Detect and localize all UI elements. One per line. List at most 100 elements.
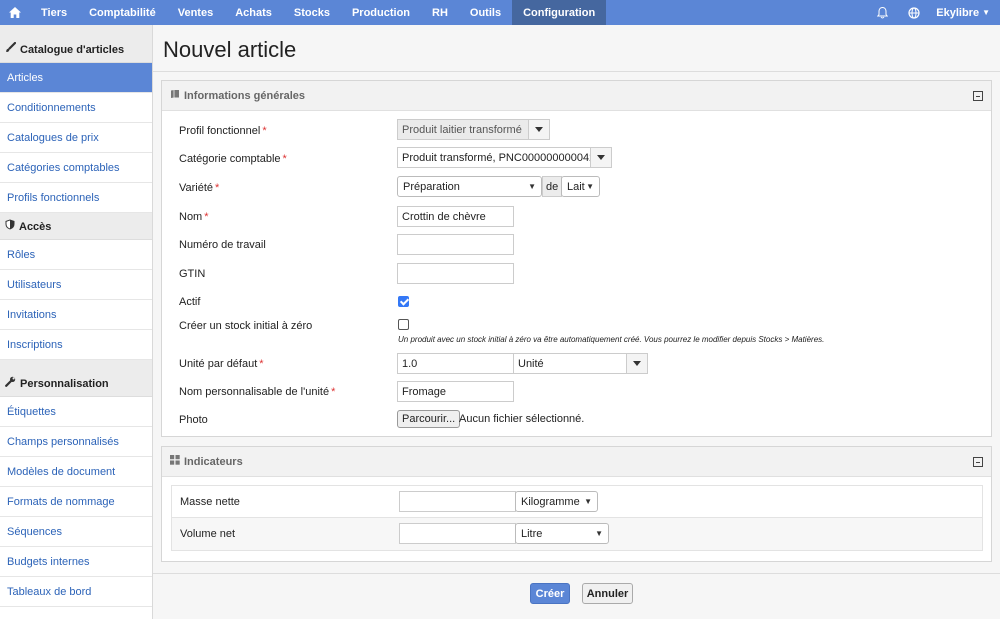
indicator-row: Masse nette Kilogramme ▼ xyxy=(172,486,982,518)
nav-ventes[interactable]: Ventes xyxy=(167,0,224,25)
globe-icon[interactable] xyxy=(898,6,930,19)
sidebar-item-champs-personnalises[interactable]: Champs personnalisés xyxy=(0,427,152,457)
nav-configuration[interactable]: Configuration xyxy=(512,0,607,25)
sidebar-item-profils-fonctionnels[interactable]: Profils fonctionnels xyxy=(0,183,152,213)
gtin-input[interactable] xyxy=(397,263,514,284)
actif-checkbox[interactable] xyxy=(398,296,409,307)
browse-button[interactable]: Parcourir... xyxy=(397,410,461,428)
sidebar-section-title: Catalogue d'articles xyxy=(20,44,125,56)
profil-value: Produit laitier transformé xyxy=(402,123,522,136)
nom-unite-input[interactable]: Fromage xyxy=(397,381,514,402)
chevron-down-icon: ▼ xyxy=(982,8,990,17)
gtin-label: GTIN xyxy=(179,268,206,280)
chevron-down-icon: ▼ xyxy=(595,529,603,538)
chevron-down-icon: ▼ xyxy=(584,497,592,506)
sidebar-section-catalogue: Catalogue d'articles xyxy=(0,25,152,63)
sidebar-item-budgets-internes[interactable]: Budgets internes xyxy=(0,547,152,577)
sidebar-item-conditionnements[interactable]: Conditionnements xyxy=(0,93,152,123)
book-icon xyxy=(170,89,180,102)
nom-input[interactable]: Crottin de chèvre xyxy=(397,206,514,227)
sidebar-item-modeles-de-document[interactable]: Modèles de document xyxy=(0,457,152,487)
numero-label: Numéro de travail xyxy=(179,239,266,251)
unit-value: Kilogramme xyxy=(521,495,580,508)
chevron-down-icon: ▼ xyxy=(528,182,536,191)
chevron-down-icon: ▼ xyxy=(586,182,594,191)
variete-label: Variété * xyxy=(179,182,220,194)
nav-comptabilite[interactable]: Comptabilité xyxy=(78,0,167,25)
user-menu[interactable]: Ekylibre ▼ xyxy=(930,7,1000,19)
dropdown-toggle[interactable] xyxy=(528,119,550,140)
variete-de-select[interactable]: Lait ▼ xyxy=(561,176,600,197)
collapse-icon[interactable] xyxy=(973,90,983,101)
home-icon[interactable] xyxy=(0,0,30,25)
title-divider xyxy=(153,71,1000,72)
page-title: Nouvel article xyxy=(163,37,297,62)
masse-nette-unit-select[interactable]: Kilogramme ▼ xyxy=(515,491,598,512)
main-content: Nouvel article Informations générales Pr… xyxy=(153,25,1000,619)
sidebar-item-roles[interactable]: Rôles xyxy=(0,240,152,270)
nav-stocks[interactable]: Stocks xyxy=(283,0,341,25)
stock-checkbox[interactable] xyxy=(398,319,409,330)
wrench-icon xyxy=(5,376,16,390)
indicators-table: Masse nette Kilogramme ▼ Volume net Litr… xyxy=(171,485,983,551)
nav-achats[interactable]: Achats xyxy=(224,0,283,25)
actif-label: Actif xyxy=(179,296,201,308)
dropdown-toggle[interactable] xyxy=(590,147,612,168)
nav-production[interactable]: Production xyxy=(341,0,421,25)
masse-nette-input[interactable] xyxy=(399,491,516,512)
dropdown-toggle[interactable] xyxy=(626,353,648,374)
nav-outils[interactable]: Outils xyxy=(459,0,512,25)
create-button[interactable]: Créer xyxy=(530,583,570,604)
sidebar-item-tableaux-de-bord[interactable]: Tableaux de bord xyxy=(0,577,152,607)
sidebar-section-acces: Accès xyxy=(0,213,152,240)
nom-label: Nom * xyxy=(179,211,209,223)
user-name: Ekylibre xyxy=(936,6,980,19)
unite-value: Unité xyxy=(518,357,544,370)
volume-net-input[interactable] xyxy=(399,523,516,544)
profil-label: Profil fonctionnel * xyxy=(179,125,267,137)
cancel-button[interactable]: Annuler xyxy=(582,583,633,604)
nav-rh[interactable]: RH xyxy=(421,0,459,25)
paintbrush-icon xyxy=(5,41,17,56)
sidebar-item-utilisateurs[interactable]: Utilisateurs xyxy=(0,270,152,300)
unite-label: Unité par défaut * xyxy=(179,358,264,370)
sidebar-item-invitations[interactable]: Invitations xyxy=(0,300,152,330)
top-navbar: Tiers Comptabilité Ventes Achats Stocks … xyxy=(0,0,1000,25)
sidebar-item-etiquettes[interactable]: Étiquettes xyxy=(0,397,152,427)
unite-quantity-input[interactable]: 1.0 xyxy=(397,353,514,374)
sidebar-item-catalogues-de-prix[interactable]: Catalogues de prix xyxy=(0,123,152,153)
unit-value: Litre xyxy=(521,527,543,540)
shield-icon xyxy=(5,219,15,233)
categorie-value: Produit transformé, PNC000000000042 xyxy=(402,151,596,164)
sidebar: Catalogue d'articles Articles Conditionn… xyxy=(0,25,153,619)
indicators-panel: Indicateurs Masse nette Kilogramme ▼ Vol… xyxy=(161,446,992,562)
sidebar-item-articles[interactable]: Articles xyxy=(0,63,152,93)
variete-select[interactable]: Préparation ▼ xyxy=(397,176,542,197)
nav-tiers[interactable]: Tiers xyxy=(30,0,78,25)
categorie-label: Catégorie comptable * xyxy=(179,153,287,165)
form-actions: Créer Annuler xyxy=(153,573,1000,619)
bell-icon[interactable] xyxy=(866,6,898,19)
panel-title: Indicateurs xyxy=(184,455,243,468)
nom-unite-label: Nom personnalisable de l'unité * xyxy=(179,386,336,398)
sidebar-item-categories-comptables[interactable]: Catégories comptables xyxy=(0,153,152,183)
sidebar-section-title: Personnalisation xyxy=(20,378,109,390)
volume-net-unit-select[interactable]: Litre ▼ xyxy=(515,523,609,544)
profil-select[interactable]: Produit laitier transformé xyxy=(397,119,550,140)
stock-hint: Un produit avec un stock initial à zéro … xyxy=(398,335,825,344)
sidebar-section-title: Accès xyxy=(19,221,52,233)
general-info-panel: Informations générales Profil fonctionne… xyxy=(161,80,992,437)
photo-label: Photo xyxy=(179,414,208,426)
sidebar-item-sequences[interactable]: Séquences xyxy=(0,517,152,547)
general-info-header: Informations générales xyxy=(162,81,991,111)
indicator-row: Volume net Litre ▼ xyxy=(172,518,982,550)
sidebar-item-inscriptions[interactable]: Inscriptions xyxy=(0,330,152,360)
caret-down-icon xyxy=(597,155,605,160)
variete-de-label: de xyxy=(542,176,563,197)
categorie-select[interactable]: Produit transformé, PNC000000000042 xyxy=(397,147,612,168)
variete-value: Préparation xyxy=(403,180,460,193)
sidebar-item-formats-de-nommage[interactable]: Formats de nommage xyxy=(0,487,152,517)
numero-input[interactable] xyxy=(397,234,514,255)
unite-select[interactable]: Unité xyxy=(513,353,648,374)
collapse-icon[interactable] xyxy=(973,456,983,467)
